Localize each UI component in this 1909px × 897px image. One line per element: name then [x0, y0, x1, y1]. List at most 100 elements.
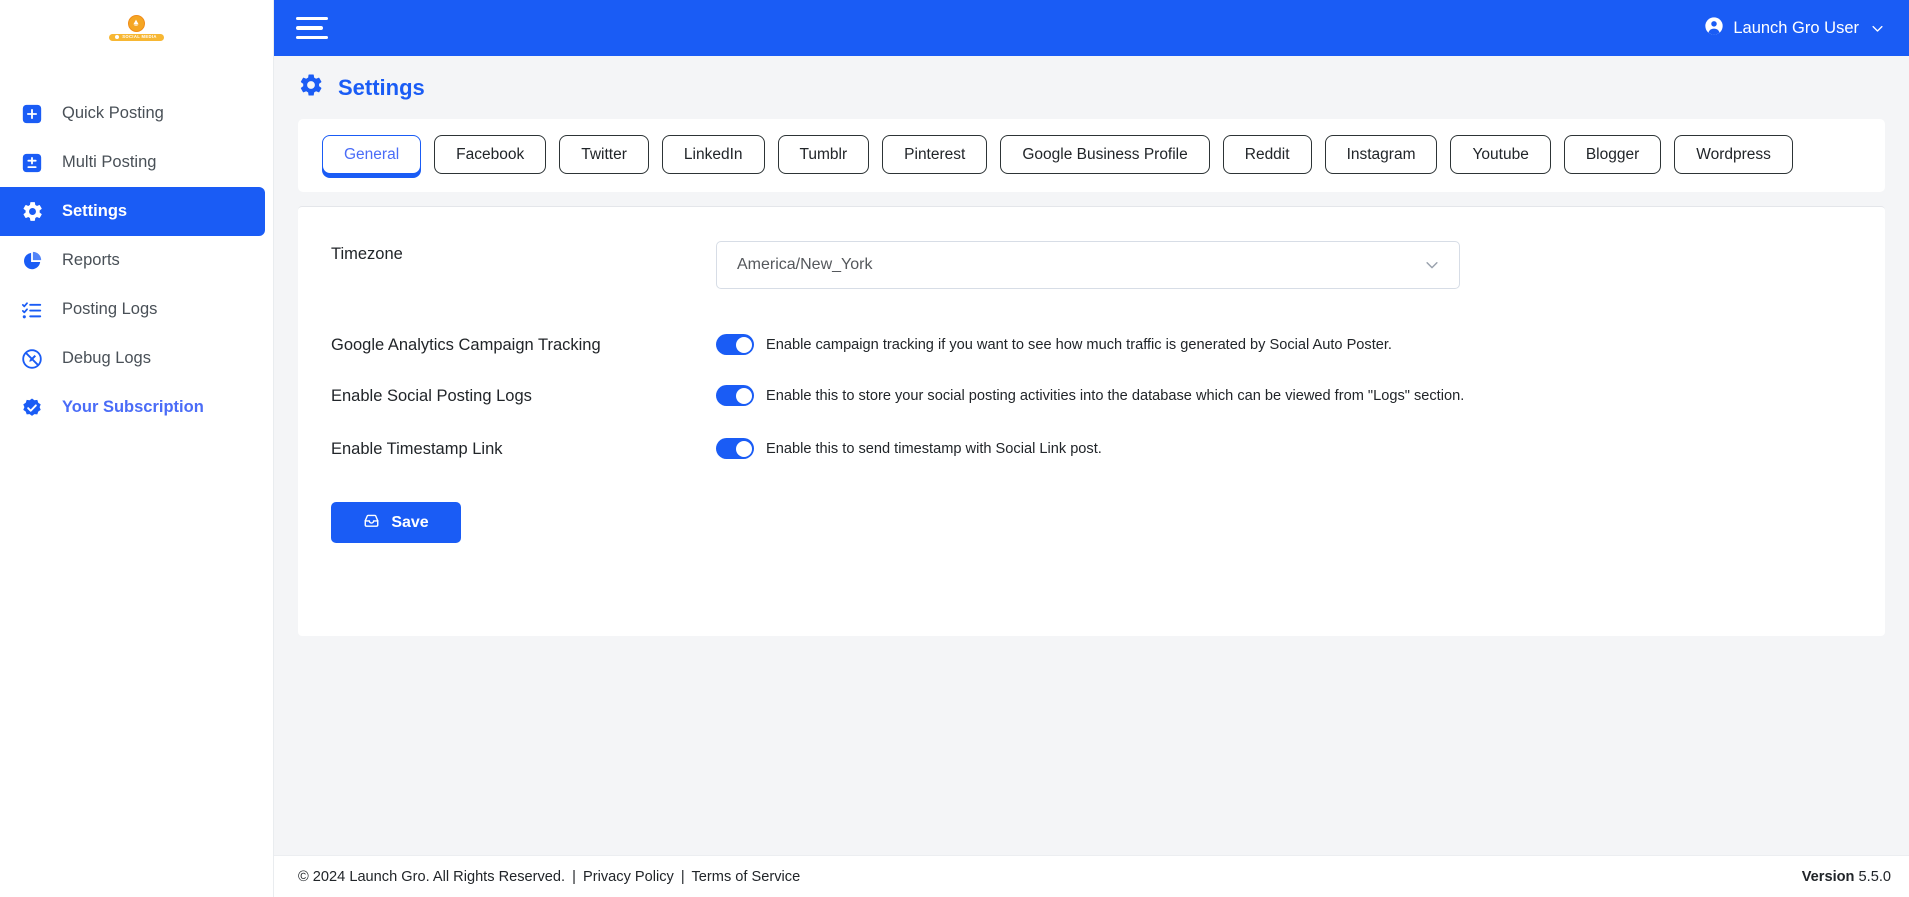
- tab-label: Reddit: [1244, 145, 1290, 163]
- timestamp-link-row: Enable Timestamp Link Enable this to sen…: [298, 436, 1885, 459]
- tab-label: Tumblr: [799, 145, 848, 163]
- sidebar-item-reports[interactable]: Reports: [0, 236, 265, 285]
- tab-label: Blogger: [1585, 145, 1640, 163]
- sidebar-item-label: Settings: [62, 202, 128, 220]
- social-posting-logs-description: Enable this to store your social posting…: [766, 387, 1465, 404]
- gear-icon: [298, 72, 324, 103]
- sidebar-item-quick-posting[interactable]: Quick Posting: [0, 89, 265, 138]
- tab-wordpress[interactable]: Wordpress: [1674, 135, 1793, 174]
- sidebar-item-posting-logs[interactable]: Posting Logs: [0, 285, 265, 334]
- timezone-selected-value: America/New_York: [737, 256, 873, 273]
- tab-twitter[interactable]: Twitter: [559, 135, 649, 174]
- copyright-text: © 2024 Launch Gro. All Rights Reserved.: [298, 868, 566, 885]
- sidebar-item-label: Reports: [62, 251, 120, 269]
- tab-reddit[interactable]: Reddit: [1222, 135, 1312, 174]
- sidebar: SOCIAL MEDIA Quick Posting Multi Posting…: [0, 0, 274, 897]
- checklist-icon: [19, 297, 45, 323]
- logo-wordmark: SOCIAL MEDIA: [109, 33, 164, 42]
- user-menu[interactable]: Launch Gro User: [1704, 16, 1889, 41]
- inbox-tray-icon: [363, 512, 380, 534]
- tab-blogger[interactable]: Blogger: [1563, 135, 1662, 174]
- plus-minus-square-icon: [19, 150, 45, 176]
- timezone-label: Timezone: [331, 245, 403, 263]
- main-area: Launch Gro User Settings General Faceboo…: [274, 0, 1909, 897]
- social-posting-logs-row: Enable Social Posting Logs Enable this t…: [298, 383, 1885, 406]
- tab-label: Pinterest: [904, 145, 966, 163]
- save-row: Save: [298, 502, 1885, 543]
- sidebar-item-your-subscription[interactable]: Your Subscription: [0, 383, 265, 432]
- plus-square-icon: [19, 101, 45, 127]
- timezone-select[interactable]: America/New_York: [716, 241, 1460, 289]
- sidebar-item-multi-posting[interactable]: Multi Posting: [0, 138, 265, 187]
- general-settings-panel: Timezone America/New_York Google Analyti…: [298, 206, 1885, 636]
- tab-pinterest[interactable]: Pinterest: [882, 135, 988, 174]
- timestamp-link-toggle[interactable]: [716, 438, 754, 459]
- tab-label: Google Business Profile: [1022, 145, 1188, 163]
- footer-left: © 2024 Launch Gro. All Rights Reserved. …: [298, 869, 800, 885]
- timezone-row: Timezone America/New_York: [298, 241, 1885, 289]
- gear-icon: [19, 199, 45, 225]
- tab-instagram[interactable]: Instagram: [1324, 135, 1438, 174]
- tab-label: Wordpress: [1696, 145, 1771, 163]
- privacy-policy-link[interactable]: Privacy Policy: [583, 869, 674, 885]
- sidebar-item-label: Your Subscription: [62, 398, 204, 416]
- tab-google-business-profile[interactable]: Google Business Profile: [1000, 135, 1210, 174]
- settings-tabs: General Facebook Twitter LinkedIn Tumblr…: [298, 119, 1885, 192]
- logo-badge-icon: [127, 14, 145, 32]
- google-analytics-description: Enable campaign tracking if you want to …: [766, 336, 1392, 353]
- sidebar-item-debug-logs[interactable]: Debug Logs: [0, 334, 265, 383]
- footer-separator: |: [572, 868, 576, 885]
- hamburger-menu-icon[interactable]: [296, 14, 330, 42]
- tab-label: Twitter: [581, 145, 627, 163]
- page-header: Settings: [274, 56, 1909, 119]
- save-button-label: Save: [391, 513, 429, 531]
- app-logo[interactable]: SOCIAL MEDIA: [0, 0, 273, 56]
- verified-check-icon: [19, 395, 45, 421]
- tab-general[interactable]: General: [322, 135, 422, 177]
- tab-tumblr[interactable]: Tumblr: [777, 135, 870, 174]
- social-posting-logs-label: Enable Social Posting Logs: [331, 387, 532, 405]
- chevron-down-icon: [1423, 256, 1441, 274]
- tab-label: Instagram: [1346, 145, 1416, 163]
- user-name-label: Launch Gro User: [1733, 18, 1859, 37]
- sidebar-item-label: Quick Posting: [62, 104, 164, 122]
- social-posting-logs-toggle[interactable]: [716, 385, 754, 406]
- tab-label: Youtube: [1472, 145, 1529, 163]
- content-region: General Facebook Twitter LinkedIn Tumblr…: [274, 119, 1909, 855]
- google-analytics-toggle[interactable]: [716, 334, 754, 355]
- tab-facebook[interactable]: Facebook: [434, 135, 547, 174]
- user-avatar-icon: [1704, 16, 1724, 41]
- sidebar-item-settings[interactable]: Settings: [0, 187, 265, 236]
- terms-of-service-link[interactable]: Terms of Service: [692, 869, 801, 885]
- google-analytics-row: Google Analytics Campaign Tracking Enabl…: [298, 332, 1885, 355]
- footer: © 2024 Launch Gro. All Rights Reserved. …: [274, 855, 1909, 897]
- logo-text: SOCIAL MEDIA: [122, 33, 157, 39]
- timestamp-link-label: Enable Timestamp Link: [331, 440, 503, 458]
- top-bar: Launch Gro User: [274, 0, 1909, 56]
- chevron-down-icon: [1870, 21, 1885, 36]
- no-entry-pen-icon: [19, 346, 45, 372]
- timestamp-link-description: Enable this to send timestamp with Socia…: [766, 440, 1102, 457]
- pie-chart-icon: [19, 248, 45, 274]
- tab-label: General: [344, 145, 400, 163]
- save-button[interactable]: Save: [331, 502, 461, 543]
- tab-linkedin[interactable]: LinkedIn: [661, 135, 765, 174]
- sidebar-item-label: Multi Posting: [62, 153, 157, 171]
- app-root: SOCIAL MEDIA Quick Posting Multi Posting…: [0, 0, 1909, 897]
- tab-youtube[interactable]: Youtube: [1450, 135, 1551, 174]
- sidebar-item-label: Posting Logs: [62, 300, 158, 318]
- page-title: Settings: [338, 74, 425, 100]
- version-label: Version: [1801, 868, 1855, 885]
- logo-dot-icon: [115, 34, 120, 39]
- tab-label: Facebook: [456, 145, 525, 163]
- tab-label: LinkedIn: [683, 145, 743, 163]
- google-analytics-label: Google Analytics Campaign Tracking: [331, 336, 601, 354]
- version-number: 5.5.0: [1858, 868, 1891, 885]
- sidebar-nav: Quick Posting Multi Posting Settings Rep…: [0, 89, 273, 432]
- version-info: Version 5.5.0: [1802, 869, 1891, 885]
- footer-separator: |: [680, 868, 685, 885]
- sidebar-item-label: Debug Logs: [62, 349, 151, 367]
